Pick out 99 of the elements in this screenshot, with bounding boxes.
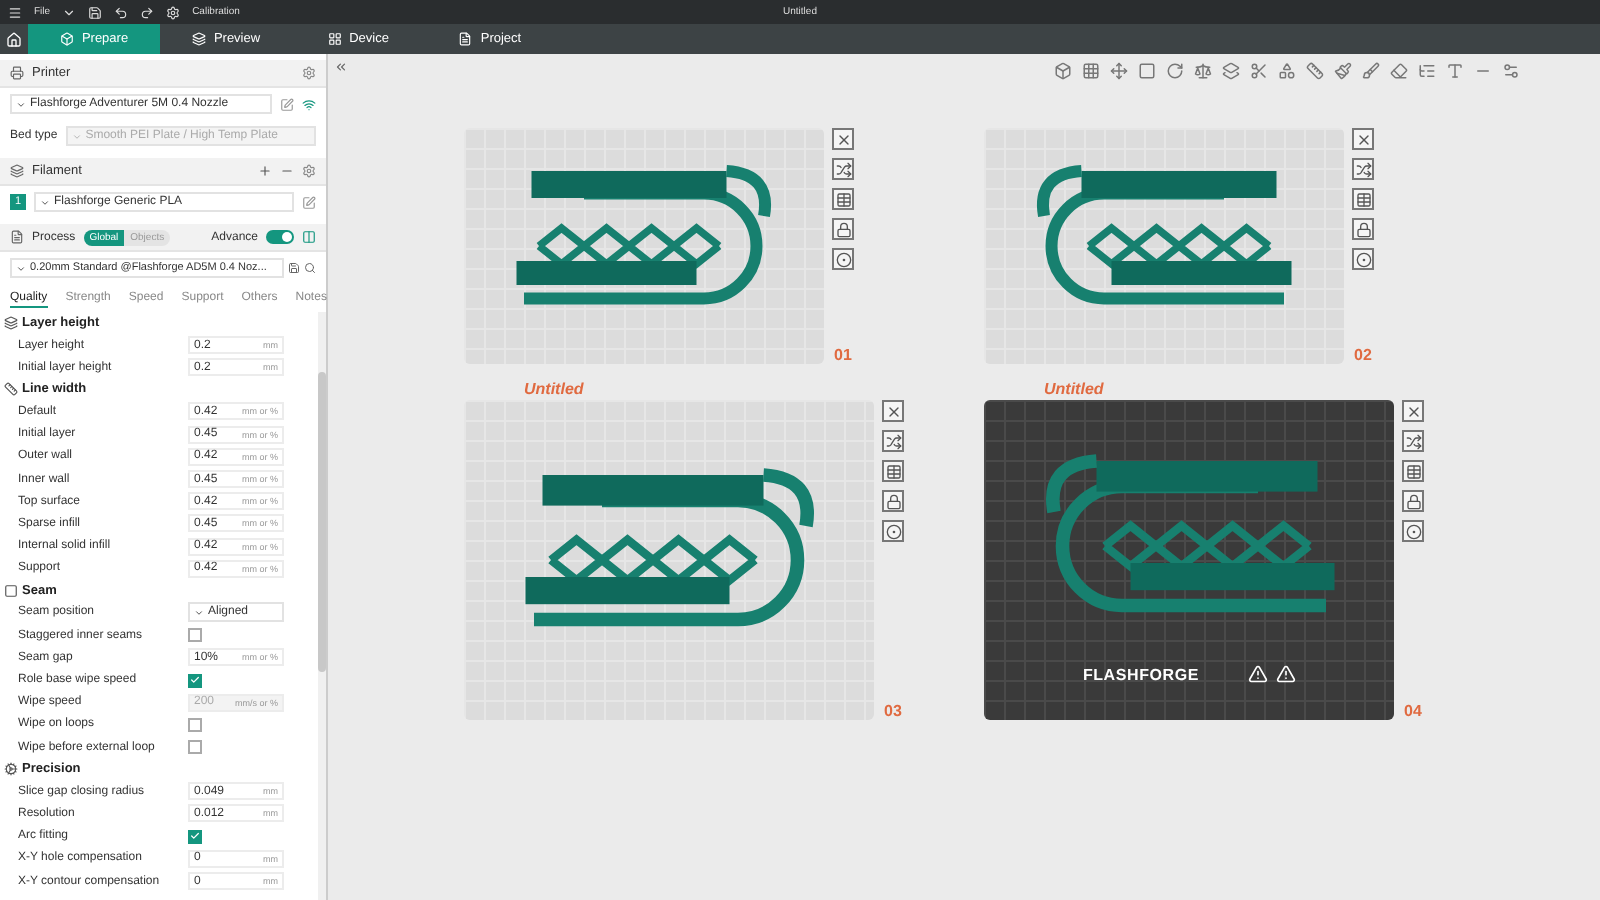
shuffle-button[interactable] <box>1402 430 1424 452</box>
close-icon <box>1405 403 1421 419</box>
layers-icon[interactable] <box>1222 62 1240 80</box>
rotate-icon[interactable] <box>1166 62 1184 80</box>
plate-number: 03 <box>884 702 902 720</box>
scissors-icon[interactable] <box>1250 62 1268 80</box>
target-button[interactable] <box>832 248 854 270</box>
edit-icon[interactable] <box>302 195 316 209</box>
chevron-icon <box>71 131 82 141</box>
shuffle-button[interactable] <box>882 430 904 452</box>
square-icon <box>4 583 18 598</box>
scrollbar-thumb[interactable] <box>318 372 326 672</box>
lock-button[interactable] <box>1352 218 1374 240</box>
table-button[interactable] <box>832 188 854 210</box>
chevron-icon <box>16 263 26 273</box>
lock-button[interactable] <box>882 490 904 512</box>
target-icon <box>1355 251 1371 267</box>
save-icon[interactable] <box>288 262 300 274</box>
text-icon[interactable] <box>1446 62 1464 80</box>
table-icon <box>835 191 851 207</box>
remove-icon[interactable] <box>280 164 294 178</box>
lock-button[interactable] <box>1402 490 1424 512</box>
close-icon <box>885 403 901 419</box>
ruler-icon[interactable] <box>1306 62 1324 80</box>
target-button[interactable] <box>882 520 904 542</box>
target-button[interactable] <box>1352 248 1374 270</box>
close-button[interactable] <box>882 400 904 422</box>
setting-checkbox[interactable] <box>188 628 202 643</box>
table-icon <box>885 463 901 479</box>
lock-icon <box>1355 221 1371 237</box>
scale-icon[interactable] <box>1194 62 1212 80</box>
sliders-icon[interactable] <box>1502 62 1520 80</box>
bed-logo: FLASHFORGE <box>1082 665 1200 683</box>
columns-icon[interactable] <box>302 230 316 244</box>
lock-icon <box>885 493 901 509</box>
close-button[interactable] <box>1352 128 1374 150</box>
edit-icon[interactable] <box>280 97 294 111</box>
setting-checkbox[interactable] <box>188 673 202 688</box>
target-icon <box>1405 523 1421 539</box>
target-icon <box>885 523 901 539</box>
search-icon[interactable] <box>304 262 316 274</box>
shuffle-icon <box>885 433 901 449</box>
grid-icon[interactable] <box>1082 62 1100 80</box>
close-icon <box>1355 131 1371 147</box>
setting-checkbox[interactable] <box>188 829 202 844</box>
shuffle-icon <box>835 161 851 177</box>
eraser-icon[interactable] <box>1390 62 1408 80</box>
plate-title: Untitled <box>524 380 584 400</box>
close-button[interactable] <box>832 128 854 150</box>
lock-icon <box>1405 493 1421 509</box>
shuffle-button[interactable] <box>832 158 854 180</box>
close-button[interactable] <box>1402 400 1424 422</box>
chevron-icon <box>16 99 26 109</box>
document-icon <box>458 32 473 46</box>
cube-icon[interactable] <box>1054 62 1072 80</box>
layers-icon <box>191 32 206 46</box>
paintbrush-icon[interactable] <box>1334 62 1352 80</box>
chevron-icon <box>194 607 204 618</box>
brush-icon[interactable] <box>1362 62 1380 80</box>
printer-icon <box>10 66 24 80</box>
wifi-icon[interactable] <box>302 97 316 111</box>
home-icon <box>6 31 22 47</box>
lock-icon <box>835 221 851 237</box>
target-icon <box>835 251 851 267</box>
add-icon[interactable] <box>258 164 272 178</box>
table-button[interactable] <box>1352 188 1374 210</box>
plate-number: 04 <box>1404 702 1422 720</box>
plate-number: 01 <box>834 346 852 364</box>
plate-title: Untitled <box>1044 380 1104 400</box>
cog-icon <box>4 762 18 777</box>
redo-icon[interactable] <box>140 5 155 19</box>
menu-icon[interactable] <box>8 5 22 19</box>
shuffle-button[interactable] <box>1352 158 1374 180</box>
chevron-icon[interactable] <box>62 5 77 19</box>
table-icon <box>1405 463 1421 479</box>
advanced-switch[interactable] <box>266 230 294 244</box>
table-icon <box>1355 191 1371 207</box>
chevron-icon <box>40 197 50 207</box>
undo-icon[interactable] <box>114 5 129 19</box>
close-icon <box>835 131 851 147</box>
move-icon[interactable] <box>1110 62 1128 80</box>
warning-icon <box>1275 664 1296 684</box>
table-button[interactable] <box>1402 460 1424 482</box>
shuffle-icon <box>1355 161 1371 177</box>
setting-checkbox[interactable] <box>188 740 202 755</box>
shuffle-icon <box>1405 433 1421 449</box>
grid-icon <box>327 32 342 46</box>
target-button[interactable] <box>1402 520 1424 542</box>
collapse-icon[interactable] <box>334 60 348 74</box>
layers-icon <box>4 316 18 330</box>
square-icon[interactable] <box>1138 62 1156 80</box>
setting-checkbox[interactable] <box>188 717 202 732</box>
table-button[interactable] <box>882 460 904 482</box>
lock-button[interactable] <box>832 218 854 240</box>
warning-icon <box>1247 664 1268 684</box>
shapes-icon[interactable] <box>1278 62 1296 80</box>
cube-icon <box>59 32 74 46</box>
ruler-icon <box>4 382 18 397</box>
plate-number: 02 <box>1354 346 1372 364</box>
